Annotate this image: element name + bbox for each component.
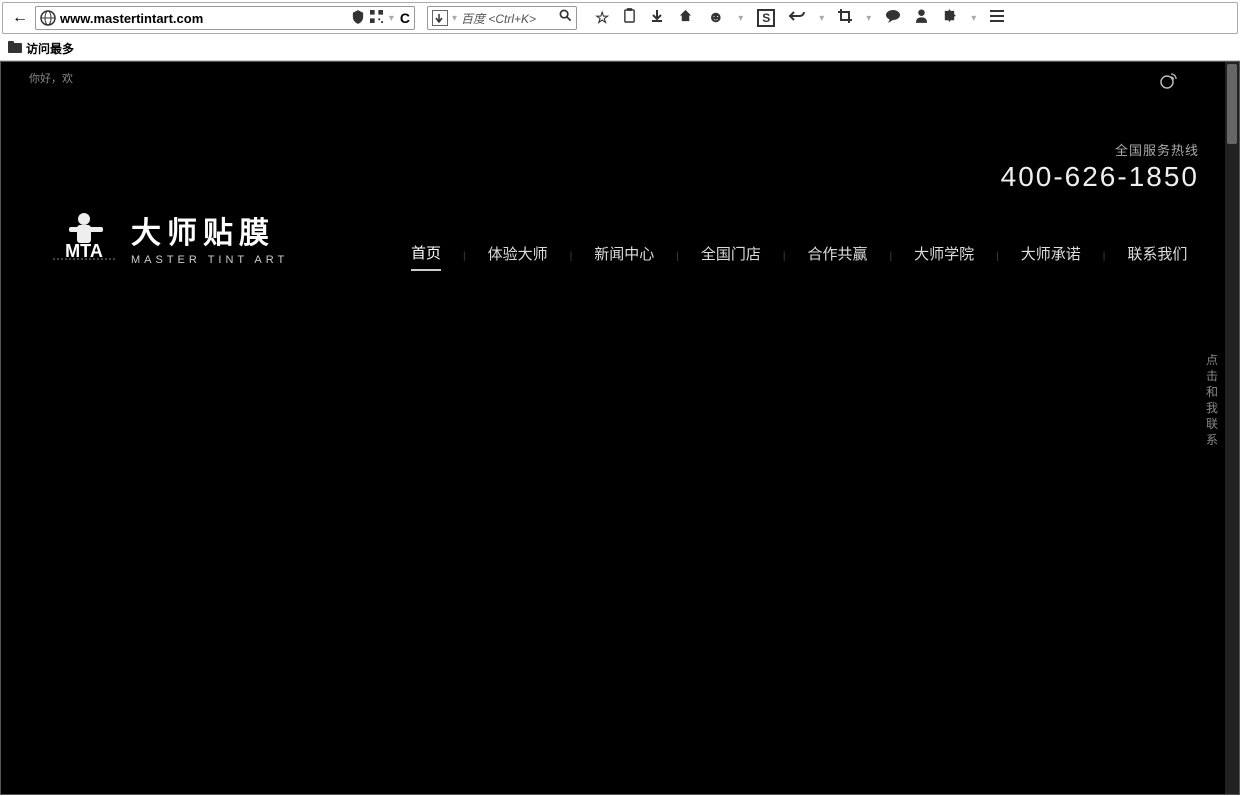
dropdown-indicator[interactable]: ▾ (866, 13, 871, 24)
scrollbar-thumb[interactable] (1227, 64, 1237, 144)
hotline-label: 全国服务热线 (1001, 140, 1199, 159)
bookmark-folder-icon (8, 41, 22, 56)
browser-toolbar: ← ▾ C ▾ 百度 <Ctrl+K> (2, 2, 1238, 34)
hotline-number: 400-626-1850 (1001, 161, 1199, 193)
url-input[interactable] (60, 11, 348, 26)
bookmark-star-icon[interactable]: ☆ (595, 8, 609, 28)
weibo-icon[interactable] (1159, 70, 1179, 95)
url-bar[interactable]: ▾ C (35, 6, 415, 30)
logo-mark-icon: MTA (49, 207, 119, 267)
nav-separator: | (463, 251, 466, 262)
puzzle-icon[interactable] (942, 8, 957, 28)
browser-chrome: ← ▾ C ▾ 百度 <Ctrl+K> (0, 2, 1240, 61)
globe-icon (40, 10, 56, 26)
hotline-block: 全国服务热线 400-626-1850 (1001, 140, 1199, 193)
nav-contact[interactable]: 联系我们 (1127, 243, 1187, 270)
url-right-icons: ▾ C (352, 10, 410, 27)
bookmarks-bar: 访问最多 (0, 36, 1240, 60)
nav-separator: | (676, 251, 679, 262)
search-placeholder: 百度 <Ctrl+K> (461, 10, 555, 27)
scrollbar[interactable] (1225, 62, 1239, 794)
dropdown-indicator[interactable]: ▾ (971, 13, 976, 24)
dropdown-indicator[interactable]: ▾ (738, 13, 743, 24)
nav-academy[interactable]: 大师学院 (914, 243, 974, 270)
logo-name-cn: 大师贴膜 (131, 208, 288, 252)
menu-icon[interactable] (990, 9, 1004, 27)
face-icon[interactable]: ☻ (707, 9, 724, 27)
nav-separator: | (783, 251, 786, 262)
page-content: 你好，欢 全国服务热线 400-626-1850 MTA 大师贴膜 MASTER… (0, 61, 1240, 795)
chat-icon[interactable] (885, 9, 901, 28)
nav-home[interactable]: 首页 (411, 242, 441, 271)
nav-separator: | (1103, 251, 1106, 262)
logo[interactable]: MTA 大师贴膜 MASTER TINT ART (49, 207, 288, 267)
nav-separator: | (570, 251, 573, 262)
search-engine-icon[interactable] (432, 10, 448, 26)
search-dropdown-icon[interactable]: ▾ (452, 13, 457, 24)
nav-cooperation[interactable]: 合作共赢 (808, 243, 868, 270)
nav-separator: | (996, 251, 999, 262)
nav-experience[interactable]: 体验大师 (488, 243, 548, 270)
nav-news[interactable]: 新闻中心 (594, 243, 654, 270)
reload-icon[interactable]: C (400, 10, 410, 26)
clipboard-icon[interactable] (623, 8, 636, 28)
s-box-icon[interactable]: S (757, 9, 775, 27)
nav-promise[interactable]: 大师承诺 (1021, 243, 1081, 270)
search-icon[interactable] (559, 9, 572, 27)
toolbar-icons: ☆ ☻ ▾ S ▾ ▾ (595, 8, 1004, 28)
download-icon[interactable] (650, 9, 664, 28)
nav-stores[interactable]: 全国门店 (701, 243, 761, 270)
back-button[interactable]: ← (9, 7, 31, 29)
crop-icon[interactable] (838, 9, 852, 28)
main-nav: 首页 | 体验大师 | 新闻中心 | 全国门店 | 合作共赢 | 大师学院 | … (411, 242, 1199, 271)
bookmark-item[interactable]: 访问最多 (26, 40, 74, 57)
side-contact-tab[interactable]: 点击和我联系 (1205, 352, 1219, 448)
search-bar[interactable]: ▾ 百度 <Ctrl+K> (427, 6, 577, 30)
greeting-text: 你好，欢 (29, 70, 73, 86)
logo-name-en: MASTER TINT ART (131, 254, 288, 266)
shield-icon[interactable] (352, 10, 364, 27)
nav-separator: | (890, 251, 893, 262)
home-icon[interactable] (678, 8, 693, 28)
logo-text-block: 大师贴膜 MASTER TINT ART (131, 208, 288, 266)
undo-icon[interactable] (789, 9, 805, 28)
dropdown-indicator[interactable]: ▾ (819, 13, 824, 24)
svg-text:MTA: MTA (65, 241, 103, 261)
user-icon[interactable] (915, 8, 928, 28)
qr-icon[interactable] (370, 10, 383, 26)
dropdown-indicator[interactable]: ▾ (389, 13, 394, 24)
